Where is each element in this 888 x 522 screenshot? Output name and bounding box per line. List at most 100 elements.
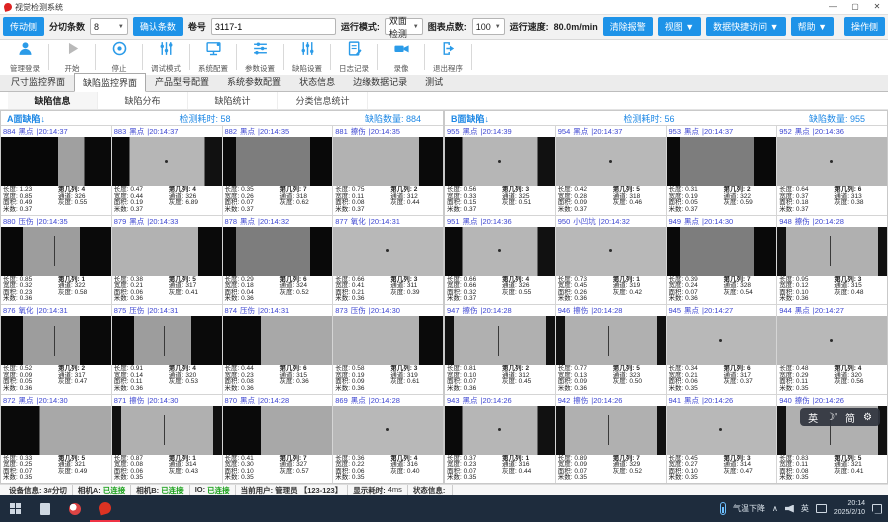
tab-尺寸监控界面[interactable]: 尺寸监控界面 [2,72,74,91]
defect-image[interactable] [333,227,443,276]
defect-image[interactable] [667,406,777,455]
defect-image[interactable] [667,137,777,186]
defect-card[interactable]: 953黑点|20:14:37长度: 0.31宽度: 0.19面积: 0.05米数… [667,126,777,215]
defect-card[interactable]: 880压伤|20:14:35长度: 0.85宽度: 0.32面积: 0.23米数… [1,216,111,305]
clear-alarm-button[interactable]: 清除报警 [603,17,653,36]
start-button[interactable] [0,495,30,522]
defect-image[interactable] [1,227,111,276]
inspection-app-button[interactable] [90,495,120,522]
defect-card[interactable]: 950小凹坑|20:14:32长度: 0.73宽度: 0.45面积: 0.26米… [556,216,666,305]
tab-测试[interactable]: 测试 [416,72,452,91]
toolbar-button-log[interactable]: 日志记录 [331,40,377,74]
defect-card[interactable]: 945黑点|20:14:27长度: 0.34宽度: 0.21面积: 0.06米数… [667,305,777,394]
defect-card[interactable]: 874压伤|20:14:31长度: 0.44宽度: 0.23面积: 0.08米数… [223,305,333,394]
defect-image[interactable] [223,227,333,276]
defect-card[interactable]: 879黑点|20:14:33长度: 0.38宽度: 0.21面积: 0.06米数… [112,216,222,305]
defect-card[interactable]: 944黑点|20:14:27长度: 0.48宽度: 0.29面积: 0.11米数… [777,305,887,394]
defect-image[interactable] [1,406,111,455]
defect-image[interactable] [445,137,555,186]
defect-image[interactable] [445,316,555,365]
defect-image[interactable] [667,316,777,365]
toolbar-button-user[interactable]: 管理登录 [2,40,48,74]
taskbar-clock[interactable]: 20:14 2025/2/10 [834,500,865,518]
minimize-button[interactable]: — [822,0,844,14]
defect-card[interactable]: 946擦伤|20:14:28长度: 0.77宽度: 0.13面积: 0.09米数… [556,305,666,394]
defect-card[interactable]: 882黑点|20:14:35长度: 0.35宽度: 0.26面积: 0.07米数… [223,126,333,215]
panel-title[interactable]: B面缺陷↓ [451,112,489,125]
defect-image[interactable] [1,137,111,186]
view-menu-button[interactable]: 视图 ▼ [658,17,701,36]
defect-image[interactable] [777,227,887,276]
touch-keyboard-icon[interactable] [816,504,827,513]
roll-number-input[interactable] [211,18,336,35]
defect-image[interactable] [333,316,443,365]
toolbar-button-slidersV[interactable]: 缺陷设置 [284,40,330,74]
defect-image[interactable] [333,406,443,455]
defect-image[interactable] [112,137,222,186]
ime-settings-icon[interactable]: ⚙ [863,412,872,423]
defect-image[interactable] [667,227,777,276]
defect-card[interactable]: 954黑点|20:14:37长度: 0.42宽度: 0.28面积: 0.09米数… [556,126,666,215]
tab-缺陷监控界面[interactable]: 缺陷监控界面 [74,73,146,92]
browser-button[interactable] [60,495,90,522]
defect-image[interactable] [112,316,222,365]
defect-card[interactable]: 870黑点|20:14:28长度: 0.41宽度: 0.30面积: 0.10米数… [223,395,333,484]
run-mode-select[interactable]: 双面检测 ▼ [385,18,423,35]
tab-系统参数配置[interactable]: 系统参数配置 [218,72,290,91]
defect-card[interactable]: 884黑点|20:14:37长度: 1.23宽度: 0.85面积: 0.49米数… [1,126,111,215]
subtab-分类信息统计[interactable]: 分类信息统计 [278,92,368,109]
defect-image[interactable] [556,316,666,365]
defect-card[interactable]: 883黑点|20:14:37长度: 0.47宽度: 0.44面积: 0.19米数… [112,126,222,215]
defect-image[interactable] [556,227,666,276]
toolbar-button-monitor[interactable]: 系统配置 [190,40,236,74]
ime-moon-icon[interactable]: ☽' [826,412,837,423]
weather-text[interactable]: 气温下降 [733,503,765,514]
action-center-icon[interactable] [872,504,882,514]
tray-expand-chevron[interactable]: ∧ [772,504,778,513]
defect-card[interactable]: 955黑点|20:14:39长度: 0.56宽度: 0.33面积: 0.15米数… [445,126,555,215]
defect-image[interactable] [1,316,111,365]
file-explorer-button[interactable] [30,495,60,522]
defect-image[interactable] [556,406,666,455]
defect-card[interactable]: 881擦伤|20:14:35长度: 0.75宽度: 0.11面积: 0.08米数… [333,126,443,215]
defect-card[interactable]: 876氧化|20:14:31长度: 0.52宽度: 0.09面积: 0.05米数… [1,305,111,394]
defect-card[interactable]: 942擦伤|20:14:26长度: 0.89宽度: 0.09面积: 0.07米数… [556,395,666,484]
confirm-count-button[interactable]: 确认条数 [133,17,183,36]
subtab-缺陷信息[interactable]: 缺陷信息 [8,92,98,109]
defect-image[interactable] [223,316,333,365]
subtab-缺陷统计[interactable]: 缺陷统计 [188,92,278,109]
defect-card[interactable]: 878黑点|20:14:32长度: 0.29宽度: 0.18面积: 0.04米数… [223,216,333,305]
volume-icon[interactable] [785,505,794,513]
defect-image[interactable] [556,137,666,186]
tab-产品型号配置[interactable]: 产品型号配置 [146,72,218,91]
tab-边缘数据记录[interactable]: 边缘数据记录 [344,72,416,91]
defect-card[interactable]: 872黑点|20:14:30长度: 0.33宽度: 0.25面积: 0.07米数… [1,395,111,484]
operate-side-button[interactable]: 操作侧 [844,17,885,36]
defect-card[interactable]: 875压伤|20:14:31长度: 0.91宽度: 0.14面积: 0.11米数… [112,305,222,394]
defect-card[interactable]: 952黑点|20:14:36长度: 0.64宽度: 0.37面积: 0.18米数… [777,126,887,215]
defect-card[interactable]: 941黑点|20:14:26长度: 0.45宽度: 0.27面积: 0.10米数… [667,395,777,484]
defect-card[interactable]: 951黑点|20:14:36长度: 0.66宽度: 0.66面积: 0.32米数… [445,216,555,305]
ime-lang-en[interactable]: 英 [808,410,818,425]
ime-toolbar[interactable]: 英☽'简⚙ [800,408,880,426]
defect-card[interactable]: 949黑点|20:14:30长度: 0.39宽度: 0.24面积: 0.07米数… [667,216,777,305]
defect-image[interactable] [223,406,333,455]
toolbar-button-play[interactable]: 开始 [49,40,95,74]
toolbar-button-tune[interactable]: 调试模式 [143,40,189,74]
ime-language-indicator[interactable]: 英 [801,503,809,514]
chart-points-select[interactable]: 100 ▼ [472,18,505,35]
data-quick-access-button[interactable]: 数据快捷访问 ▼ [706,17,785,36]
drive-side-button[interactable]: 传动侧 [3,17,44,36]
help-menu-button[interactable]: 帮助 ▼ [791,17,834,36]
toolbar-button-exit[interactable]: 退出程序 [425,40,471,74]
defect-card[interactable]: 947擦伤|20:14:28长度: 0.81宽度: 0.10面积: 0.07米数… [445,305,555,394]
defect-card[interactable]: 948擦伤|20:14:28长度: 0.95宽度: 0.12面积: 0.10米数… [777,216,887,305]
defect-card[interactable]: 873压伤|20:14:30长度: 0.58宽度: 0.19面积: 0.09米数… [333,305,443,394]
defect-image[interactable] [112,406,222,455]
subtab-缺陷分布[interactable]: 缺陷分布 [98,92,188,109]
defect-image[interactable] [112,227,222,276]
defect-card[interactable]: 943黑点|20:14:26长度: 0.37宽度: 0.23面积: 0.07米数… [445,395,555,484]
defect-image[interactable] [445,227,555,276]
defect-image[interactable] [223,137,333,186]
maximize-button[interactable]: ▢ [844,0,866,14]
